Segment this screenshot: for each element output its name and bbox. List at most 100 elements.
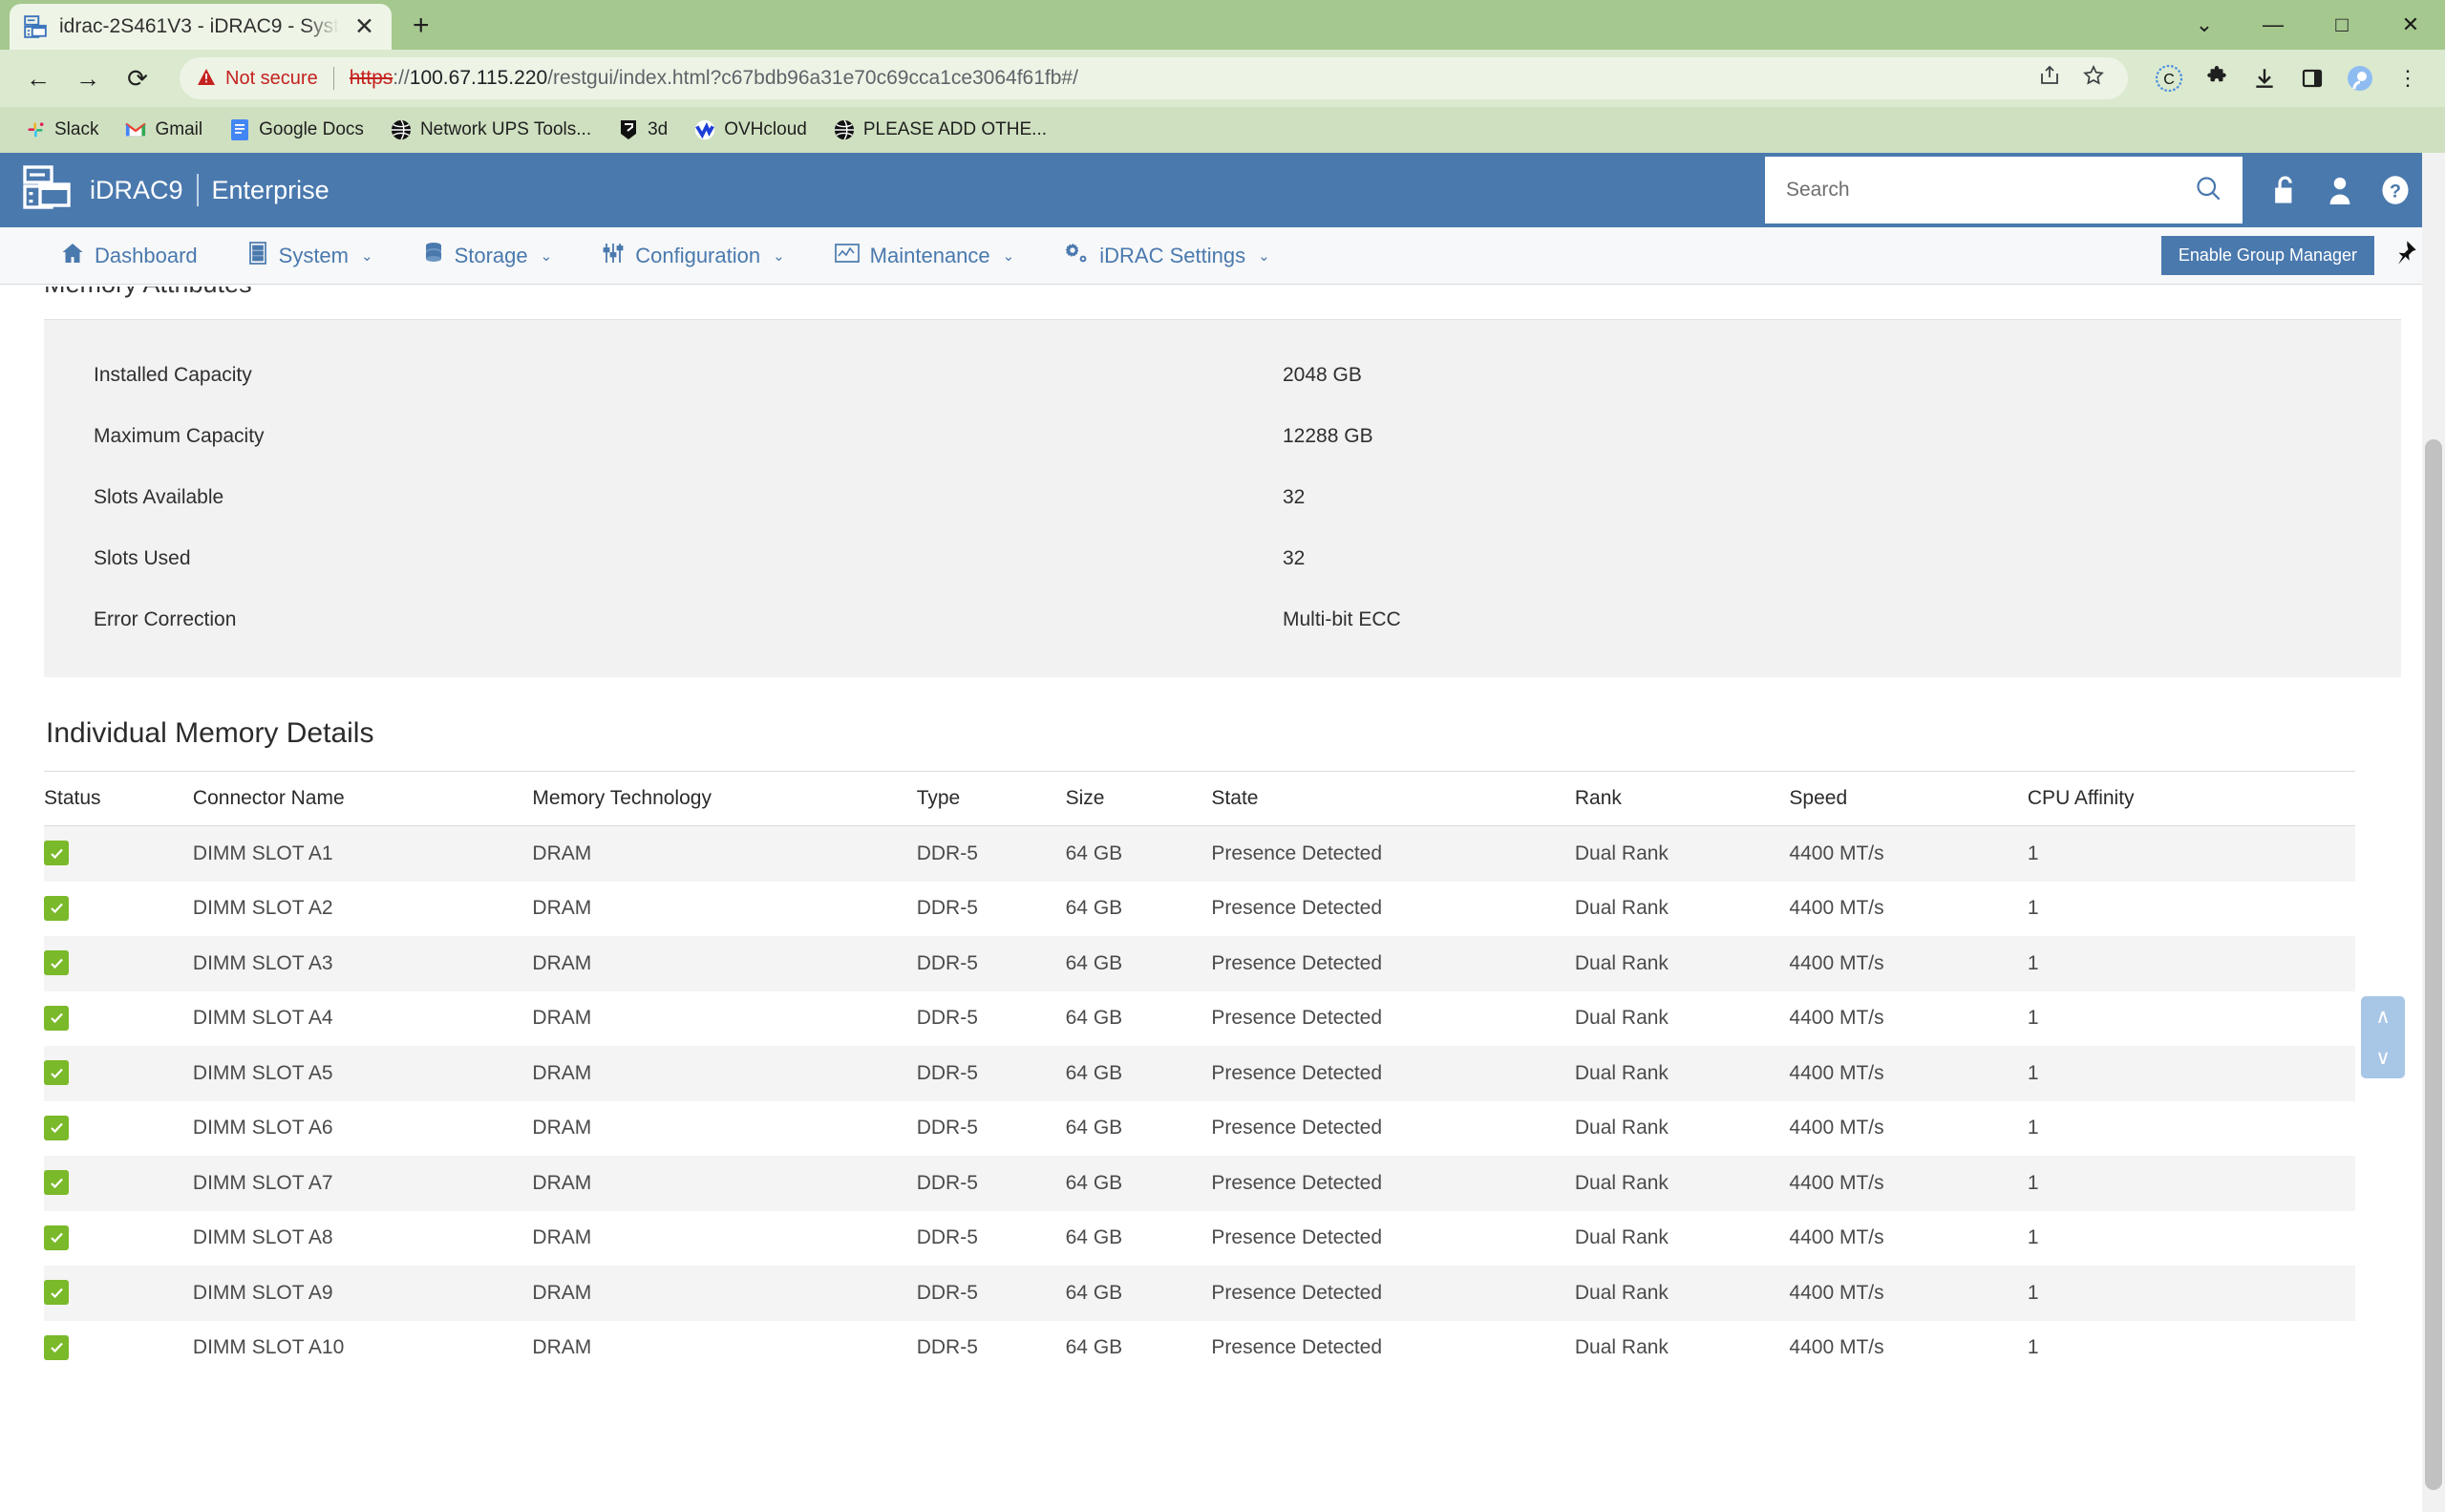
type-cell: DDR-5	[916, 1266, 1066, 1321]
bookmark-label: OVHcloud	[724, 119, 807, 139]
column-header-size[interactable]: Size	[1065, 771, 1212, 826]
menu-item-maintenance[interactable]: Maintenance ⌄	[810, 227, 1040, 285]
rank-cell: Dual Rank	[1574, 936, 1790, 991]
connector-name-cell: DIMM SLOT A7	[192, 1156, 533, 1211]
table-row[interactable]: DIMM SLOT A1 DRAM DDR-5 64 GB Presence Detec…	[44, 825, 2355, 882]
enable-group-manager-button[interactable]: Enable Group Manager	[2160, 236, 2374, 275]
bookmark-network-ups-tools[interactable]: Network UPS Tools...	[379, 115, 603, 145]
state-cell: Presence Detected	[1211, 1007, 1383, 1030]
speed-cell: 4400 MT/s	[1789, 1046, 2028, 1101]
table-row[interactable]: DIMM SLOT A10 DRAM DDR-5 64 GB Presence Dete…	[44, 1321, 2355, 1376]
menu-right-actions: Enable Group Manager	[2160, 236, 2418, 275]
table-row[interactable]: DIMM SLOT A7 DRAM DDR-5 64 GB Presence Detec…	[44, 1156, 2355, 1211]
search-icon[interactable]	[2195, 175, 2222, 206]
attribute-label: Error Correction	[94, 608, 237, 630]
side-panel-icon[interactable]	[2290, 56, 2334, 100]
menu-item-dashboard[interactable]: Dashboard	[36, 227, 223, 285]
table-row[interactable]: DIMM SLOT A4 DRAM DDR-5 64 GB Presence Detec…	[44, 991, 2355, 1047]
column-header-state[interactable]: State	[1211, 771, 1575, 826]
connector-name-cell: DIMM SLOT A10	[192, 1336, 345, 1359]
scrollbar-thumb[interactable]	[2425, 439, 2442, 1490]
table-row[interactable]: DIMM SLOT A3 DRAM DDR-5 64 GB Presence Detec…	[44, 936, 2355, 991]
connector-name-cell: DIMM SLOT A4	[192, 1007, 333, 1030]
browser-tab[interactable]: idrac-2S461V3 - iDRAC9 - System ✕	[10, 4, 392, 50]
cpu-affinity-cell: 1	[2027, 825, 2355, 882]
star-icon[interactable]	[2076, 64, 2111, 93]
unlock-icon[interactable]	[2260, 165, 2309, 215]
forward-button[interactable]: →	[65, 55, 111, 101]
column-header-memory-technology[interactable]: Memory Technology	[532, 771, 917, 826]
close-icon[interactable]: ✕	[351, 14, 378, 39]
bookmark-please-add-other[interactable]: PLEASE ADD OTHE...	[822, 115, 1058, 145]
search-input[interactable]	[1786, 179, 2185, 202]
column-header-connector-name[interactable]: Connector Name	[192, 771, 533, 826]
cpu-affinity-cell: 1	[2027, 1266, 2355, 1321]
column-header-speed[interactable]: Speed	[1789, 771, 2028, 826]
extensions-puzzle-icon[interactable]	[2195, 56, 2239, 100]
search-box[interactable]	[1765, 157, 2243, 224]
speed-cell: 4400 MT/s	[1789, 897, 1884, 920]
maximize-button[interactable]: □	[2307, 0, 2376, 50]
extension-c-icon[interactable]: C	[2147, 56, 2191, 100]
window-close-button[interactable]: ✕	[2376, 0, 2445, 50]
new-tab-button[interactable]: +	[413, 10, 430, 42]
tab-strip: idrac-2S461V3 - iDRAC9 - System ✕ + ⌄ — …	[0, 0, 2445, 50]
status-cell	[44, 1101, 193, 1157]
chevron-down-icon: ⌄	[1258, 247, 1270, 265]
chevron-down-icon: ⌄	[773, 247, 785, 265]
help-icon[interactable]: ?	[2371, 165, 2420, 215]
menu-item-configuration[interactable]: Configuration ⌄	[577, 227, 809, 285]
table-row[interactable]: DIMM SLOT A5 DRAM DDR-5 64 GB Presence Detec…	[44, 1046, 2355, 1101]
table-row[interactable]: DIMM SLOT A2 DRAM DDR-5 64 GB Presence Detec…	[44, 882, 2355, 937]
brand-primary: iDRAC9	[90, 175, 183, 204]
column-header-cpu-affinity[interactable]: CPU Affinity	[2027, 771, 2355, 826]
bookmark-google-docs[interactable]: Google Docs	[218, 115, 375, 145]
column-header-type[interactable]: Type	[916, 771, 1066, 826]
scroll-down-icon[interactable]: ∨	[2375, 1048, 2390, 1068]
bookmark-ovhcloud[interactable]: OVHcloud	[683, 115, 819, 145]
attribute-label: Slots Used	[94, 547, 191, 569]
table-row[interactable]: DIMM SLOT A9 DRAM DDR-5 64 GB Presence Detec…	[44, 1266, 2355, 1321]
column-header-rank[interactable]: Rank	[1574, 771, 1790, 826]
memory-technology-cell: DRAM	[532, 1336, 592, 1359]
pin-icon[interactable]	[2392, 239, 2418, 272]
system-icon	[247, 241, 268, 270]
rank-cell: Dual Rank	[1574, 1336, 1669, 1359]
cpu-affinity-cell: 1	[2027, 1336, 2039, 1359]
storage-icon	[423, 242, 444, 270]
warning-triangle-icon	[197, 68, 216, 90]
table-row[interactable]: DIMM SLOT A6 DRAM DDR-5 64 GB Presence Detec…	[44, 1101, 2355, 1157]
menu-item-storage[interactable]: Storage ⌄	[398, 227, 578, 285]
tab-search-icon[interactable]: ⌄	[2170, 0, 2239, 50]
server-icon	[23, 14, 48, 39]
back-button[interactable]: ←	[15, 55, 61, 101]
table-header-row: Status Connector Name Memory Technology …	[44, 771, 2355, 826]
menu-item-system[interactable]: System ⌄	[223, 227, 398, 285]
reload-button[interactable]: ⟳	[115, 55, 160, 101]
memory-attributes-panel: Installed Capacity 2048 GB Maximum Capac…	[44, 319, 2401, 677]
table-row[interactable]: DIMM SLOT A8 DRAM DDR-5 64 GB Presence Detec…	[44, 1211, 2355, 1267]
downloads-icon[interactable]	[2243, 56, 2286, 100]
menu-item-idrac-settings[interactable]: iDRAC Settings ⌄	[1039, 227, 1294, 285]
status-ok-icon	[44, 1060, 69, 1085]
menu-item-label: Maintenance	[869, 243, 990, 267]
column-header-status[interactable]: Status	[44, 771, 193, 826]
bookmark-gmail[interactable]: Gmail	[114, 115, 214, 145]
bookmark-slack[interactable]: Slack	[13, 115, 110, 145]
minimize-button[interactable]: —	[2239, 0, 2307, 50]
scroll-up-icon[interactable]: ∧	[2375, 1007, 2390, 1027]
speed-cell: 4400 MT/s	[1789, 936, 2028, 991]
connector-name-cell: DIMM SLOT A9	[192, 1266, 533, 1321]
address-bar[interactable]: Not secure https://100.67.115.220/restgu…	[180, 57, 2128, 99]
memory-technology-cell: DRAM	[532, 1117, 592, 1139]
bookmark-3d[interactable]: 3d	[606, 115, 679, 145]
chevron-down-icon: ⌄	[1002, 247, 1015, 265]
share-icon[interactable]	[2032, 64, 2067, 93]
profile-avatar-icon[interactable]	[2338, 56, 2382, 100]
page-scrollbar[interactable]	[2422, 153, 2445, 1512]
status-cell	[44, 1321, 193, 1376]
user-icon[interactable]	[2315, 165, 2365, 215]
scroll-updown-control[interactable]: ∧ ∨	[2361, 996, 2405, 1078]
chrome-menu-icon[interactable]: ⋮	[2386, 56, 2430, 100]
rank-cell: Dual Rank	[1574, 1117, 1669, 1139]
